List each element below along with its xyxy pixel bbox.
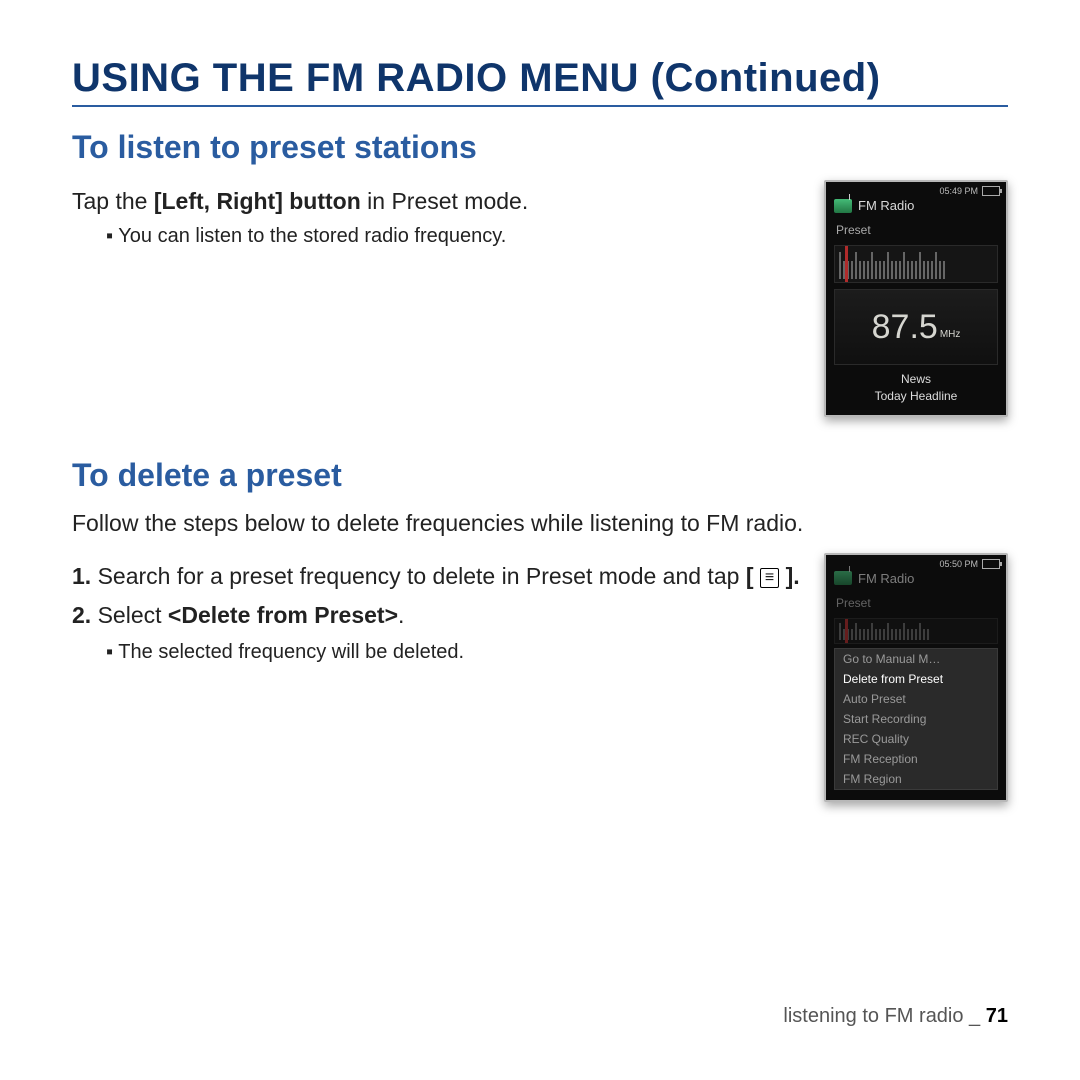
frequency-marker (845, 246, 848, 282)
page-title: USING THE FM RADIO MENU (Continued) (72, 56, 1008, 107)
text: Tap the (72, 188, 154, 214)
bracket: [ (746, 563, 760, 589)
text: . (398, 602, 404, 628)
frequency-unit: MHz (940, 329, 961, 340)
frequency-ruler (834, 245, 998, 283)
device-app-title: FM Radio (858, 198, 914, 213)
device-screenshot-2: 05:50 PM FM Radio Preset Go to Manual M…… (824, 553, 1008, 802)
text-bold: <Delete from Preset> (168, 602, 398, 628)
frequency-marker (845, 619, 848, 643)
section2-title: To delete a preset (72, 457, 1008, 494)
menu-item-selected: Delete from Preset (835, 669, 997, 689)
frequency-value: 87.5 (872, 308, 938, 347)
text: Select (91, 602, 168, 628)
battery-icon (982, 186, 1000, 196)
text-bold: [Left, Right] button (154, 188, 361, 214)
section1-title: To listen to preset stations (72, 129, 1008, 166)
rds-line1: News (826, 371, 1006, 388)
device-time: 05:49 PM (939, 186, 978, 196)
device-screenshot-1: 05:49 PM FM Radio Preset 87.5 MHz (824, 180, 1008, 417)
frequency-ruler (834, 618, 998, 644)
step-num: 1. (72, 563, 91, 589)
step-num: 2. (72, 602, 91, 628)
radio-icon (834, 199, 852, 213)
menu-item: Go to Manual M… (835, 649, 997, 669)
menu-icon: ≡ (760, 568, 779, 588)
section1-instruction: Tap the [Left, Right] button in Preset m… (72, 186, 800, 217)
rds-line2: Today Headline (826, 388, 1006, 405)
device-app-title: FM Radio (858, 571, 914, 586)
device-time: 05:50 PM (939, 559, 978, 569)
page-number: 71 (986, 1005, 1008, 1027)
device-mode: Preset (826, 592, 1006, 614)
footer: listening to FM radio _ 71 (783, 1005, 1008, 1028)
device-mode: Preset (826, 219, 1006, 241)
section2-intro: Follow the steps below to delete frequen… (72, 508, 1008, 539)
menu-item: FM Reception (835, 749, 997, 769)
device-menu: Go to Manual M… Delete from Preset Auto … (834, 648, 998, 790)
menu-item: FM Region (835, 769, 997, 789)
menu-item: Auto Preset (835, 689, 997, 709)
step-1: 1. Search for a preset frequency to dele… (72, 561, 800, 592)
frequency-display: 87.5 MHz (834, 289, 998, 365)
bracket: ]. (779, 563, 799, 589)
step-2: 2. Select <Delete from Preset>. (72, 600, 800, 631)
radio-icon (834, 571, 852, 585)
text: Search for a preset frequency to delete … (91, 563, 746, 589)
menu-item: REC Quality (835, 729, 997, 749)
menu-item: Start Recording (835, 709, 997, 729)
battery-icon (982, 559, 1000, 569)
section2-bullet: The selected frequency will be deleted. (106, 639, 800, 666)
section1-bullet: You can listen to the stored radio frequ… (106, 223, 800, 250)
footer-text: listening to FM radio _ (783, 1005, 985, 1027)
text: in Preset mode. (361, 188, 528, 214)
